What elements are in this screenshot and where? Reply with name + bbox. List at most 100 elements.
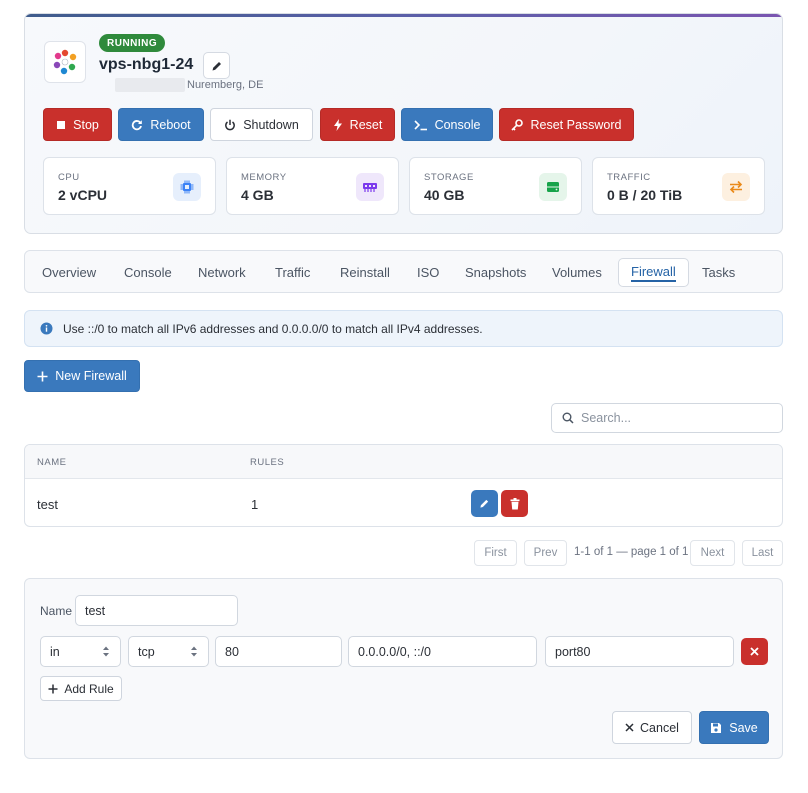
close-icon [750,647,759,656]
tab-traffic[interactable]: Traffic [275,251,310,294]
save-label: Save [729,720,758,735]
reboot-label: Reboot [150,117,191,132]
firewall-name-input[interactable]: test [75,595,238,626]
stop-label: Stop [73,117,99,132]
tab-tasks[interactable]: Tasks [702,251,735,294]
edit-firewall-button[interactable] [471,490,498,517]
source-ips-input[interactable]: 0.0.0.0/0, ::/0 [348,636,537,667]
server-location: Nuremberg, DE [187,79,264,91]
tab-iso[interactable]: ISO [417,251,439,294]
next-page-button[interactable]: Next [690,540,735,566]
tab-reinstall[interactable]: Reinstall [340,251,390,294]
name-label: Name [40,604,73,618]
server-card: RUNNING vps-nbg1-24 Nuremberg, DE Stop R… [24,13,783,234]
card-accent-bar [25,14,782,17]
tab-volumes[interactable]: Volumes [552,251,602,294]
pencil-icon [480,499,489,508]
firewalls-table: NAME RULES test 1 [24,444,783,527]
info-icon [40,322,53,335]
reset-button[interactable]: Reset [320,108,395,141]
cancel-button[interactable]: Cancel [612,711,692,744]
stat-value: 0 B / 20 TiB [607,187,683,203]
stat-value: 2 vCPU [58,187,108,203]
search-input[interactable]: Search... [551,403,783,433]
column-header-rules: RULES [250,457,285,468]
stat-traffic: TRAFFIC 0 B / 20 TiB [592,157,765,215]
last-page-button[interactable]: Last [742,540,783,566]
protocol-select[interactable]: tcp [128,636,209,667]
console-button[interactable]: Console [401,108,493,141]
reset-password-label: Reset Password [530,117,622,132]
firewall-name-value: test [85,603,106,618]
cancel-label: Cancel [640,720,679,735]
ip-address-redacted [115,78,185,92]
direction-select[interactable]: in [40,636,121,667]
prev-page-button[interactable]: Prev [524,540,567,566]
tab-overview[interactable]: Overview [42,251,96,294]
tab-snapshots[interactable]: Snapshots [465,251,526,294]
info-text: Use ::/0 to match all IPv6 addresses and… [63,321,483,336]
stat-memory: MEMORY 4 GB [226,157,399,215]
table-header: NAME RULES [25,445,782,479]
traffic-icon [722,173,750,201]
server-tabs: Overview Console Network Traffic Reinsta… [24,250,783,293]
delete-firewall-button[interactable] [501,490,528,517]
console-label: Console [434,117,481,132]
tab-console[interactable]: Console [124,251,172,294]
first-page-button[interactable]: First [474,540,517,566]
firewall-editor: Name test in tcp 80 0.0.0.0/0, ::/0 port… [24,578,783,759]
reset-label: Reset [349,117,383,132]
new-firewall-label: New Firewall [55,369,127,383]
source-ips-value: 0.0.0.0/0, ::/0 [358,644,431,659]
stat-cpu: CPU 2 vCPU [43,157,216,215]
storage-icon [539,173,567,201]
stat-value: 40 GB [424,187,465,203]
trash-icon [510,497,519,509]
tab-network[interactable]: Network [198,251,246,294]
stat-label: STORAGE [424,172,474,183]
flower-logo-icon [53,49,77,75]
terminal-icon [413,119,427,130]
updown-icon [103,646,109,657]
new-firewall-button[interactable]: New Firewall [24,360,140,392]
tab-firewall[interactable]: Firewall [618,258,689,287]
remove-rule-button[interactable] [741,638,768,665]
status-badge: RUNNING [99,34,166,52]
port-input[interactable]: 80 [215,636,342,667]
reboot-button[interactable]: Reboot [118,108,204,141]
stat-storage: STORAGE 40 GB [409,157,582,215]
power-icon [225,119,236,130]
tab-firewall-label: Firewall [631,264,676,282]
stop-button[interactable]: Stop [43,108,112,141]
rename-button[interactable] [203,52,230,79]
add-rule-button[interactable]: Add Rule [40,676,122,701]
search-icon [562,412,574,424]
bolt-icon [333,118,342,131]
stat-label: CPU [58,172,80,183]
add-rule-label: Add Rule [64,681,114,696]
rule-description-input[interactable]: port80 [545,636,734,667]
search-placeholder: Search... [581,411,632,425]
protocol-value: tcp [138,644,155,659]
updown-icon [191,646,197,657]
plus-icon [48,684,58,693]
plus-icon [37,371,48,381]
cpu-icon [173,173,201,201]
floppy-disk-icon [711,722,722,733]
shutdown-label: Shutdown [243,117,299,132]
memory-icon [356,173,384,201]
shutdown-button[interactable]: Shutdown [210,108,313,141]
port-value: 80 [225,644,239,659]
firewall-name-cell: test [37,497,58,512]
stop-icon [57,120,66,129]
column-header-name: NAME [37,457,67,468]
pagination-info: 1-1 of 1 — page 1 of 1 [574,546,689,558]
reset-password-button[interactable]: Reset Password [499,108,634,141]
stat-value: 4 GB [241,187,274,203]
os-logo [44,41,86,83]
info-alert: Use ::/0 to match all IPv6 addresses and… [24,310,783,347]
save-button[interactable]: Save [699,711,769,744]
pencil-icon [212,61,221,70]
server-name: vps-nbg1-24 [99,56,194,73]
key-icon [511,118,524,131]
